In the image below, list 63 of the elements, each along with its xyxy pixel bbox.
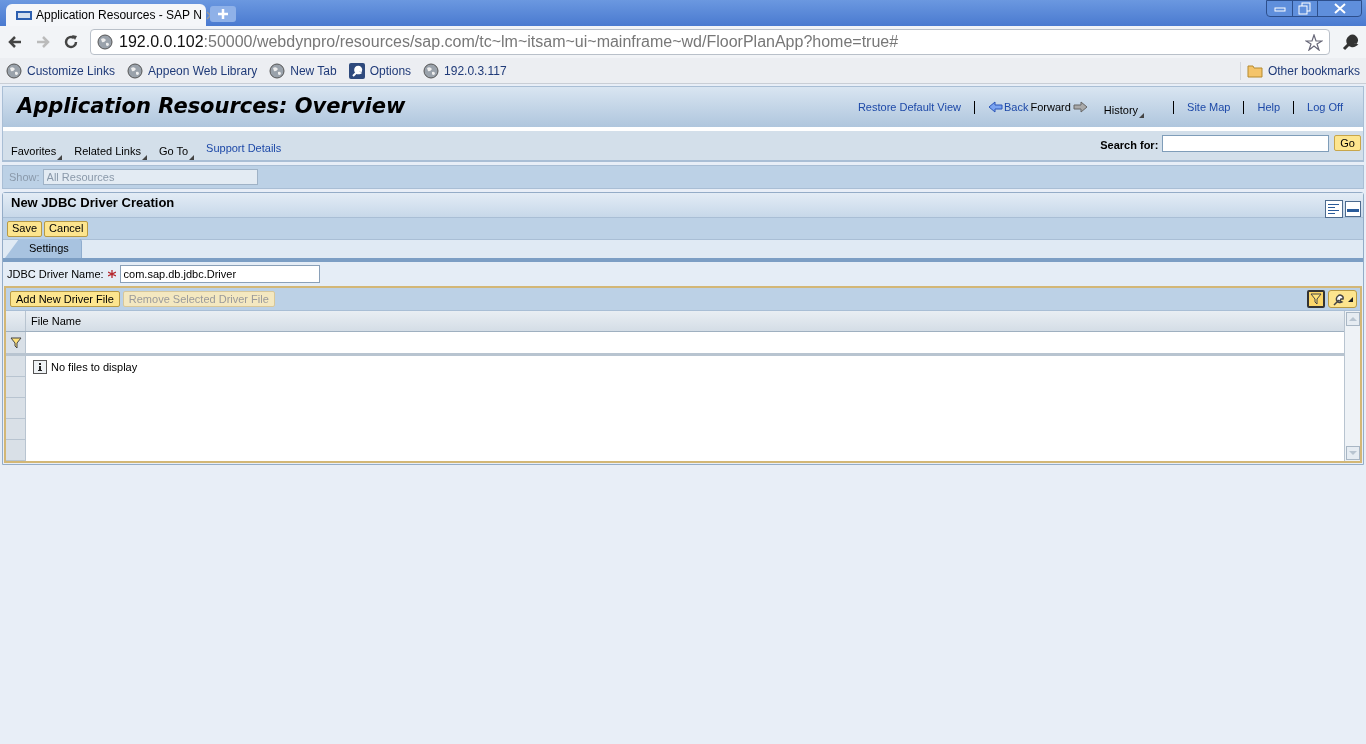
bookmark[interactable]: New Tab xyxy=(269,61,337,80)
driver-name-field[interactable]: com.sap.db.jdbc.Driver xyxy=(119,265,320,283)
forward-link[interactable]: Forward xyxy=(1030,98,1088,116)
plus-icon xyxy=(218,9,228,19)
panel-title: New JDBC Driver Creation xyxy=(11,194,176,213)
nav-link[interactable]: Restore Default View xyxy=(857,98,961,116)
page-title: Application Resources: Overview xyxy=(17,93,407,121)
scrollbar[interactable] xyxy=(1344,311,1360,461)
bookmark[interactable]: 192.0.3.117 xyxy=(423,61,507,80)
action-button[interactable]: Cancel xyxy=(44,220,89,237)
star-icon xyxy=(1305,33,1323,51)
arrow-left-icon xyxy=(988,101,1003,113)
filter-icon xyxy=(9,336,22,349)
folder-icon xyxy=(1246,62,1263,79)
search-field[interactable] xyxy=(1162,135,1330,152)
support-link[interactable]: Support Details xyxy=(206,140,282,157)
globe-icon xyxy=(423,62,440,79)
reload-icon xyxy=(63,34,79,50)
tab[interactable]: Settings xyxy=(5,239,82,258)
filter-icon xyxy=(1310,293,1322,305)
back-icon xyxy=(7,34,23,50)
layout-button[interactable] xyxy=(1325,200,1343,218)
nav-link[interactable]: Log Off xyxy=(1307,98,1343,116)
action-button[interactable]: Save xyxy=(7,220,43,237)
bookmark-folder[interactable]: Other bookmarks xyxy=(1239,61,1360,80)
tab-title: Application Resources - SAP N xyxy=(36,7,202,24)
caret-icon xyxy=(141,154,147,160)
url-text: 192.0.0.102:50000/webdynpro/resources/sap.com/tc~lm~itsam~ui~mainframe~wd/FloorPlanApp?home=true# xyxy=(119,32,900,52)
caret-icon xyxy=(1348,296,1353,302)
bookmark[interactable]: Options xyxy=(348,61,412,80)
show-label: Show: xyxy=(9,169,40,185)
scroll-up-icon xyxy=(1346,312,1360,326)
go-button[interactable]: Go xyxy=(1334,135,1361,151)
filter-button[interactable] xyxy=(1307,290,1325,308)
history-menu[interactable]: History xyxy=(1103,101,1145,119)
forward-icon xyxy=(35,34,51,50)
menu-button[interactable]: Favorites xyxy=(11,143,63,160)
arrow-right-icon xyxy=(1072,101,1088,113)
table-button[interactable]: Add New Driver File xyxy=(10,291,120,307)
menu-button[interactable]: Related Links xyxy=(74,143,147,160)
globe-icon xyxy=(6,62,22,79)
caret-icon xyxy=(189,154,195,160)
caret-icon xyxy=(57,154,63,160)
address-field[interactable]: 192.0.0.102:50000/webdynpro/resources/sap.com/tc~lm~itsam~ui~mainframe~wd/FloorPlanApp?home=true# xyxy=(90,29,1330,55)
settings-button[interactable] xyxy=(1328,290,1357,308)
caret-icon xyxy=(1139,113,1145,119)
field-label: JDBC Driver Name: xyxy=(7,266,104,282)
back-link[interactable]: Back xyxy=(988,98,1029,116)
logo-icon xyxy=(16,10,32,20)
globe-icon xyxy=(127,62,144,79)
reload-button[interactable] xyxy=(62,33,80,51)
scroll-down-icon xyxy=(1346,446,1360,460)
nav-link[interactable]: Site Map xyxy=(1187,98,1231,116)
empty-message: No files to display xyxy=(33,359,1344,376)
bookmark[interactable]: Customize Links xyxy=(6,61,116,80)
menu-button[interactable]: Go To xyxy=(158,143,195,160)
bookmark[interactable]: Appeon Web Library xyxy=(127,61,258,80)
collapse-button[interactable] xyxy=(1345,201,1361,217)
globe-icon xyxy=(269,62,286,79)
search-label: Search for: xyxy=(1100,138,1159,153)
info-icon xyxy=(33,360,47,375)
nav-link[interactable]: Help xyxy=(1257,98,1281,116)
globe-icon xyxy=(97,34,113,50)
